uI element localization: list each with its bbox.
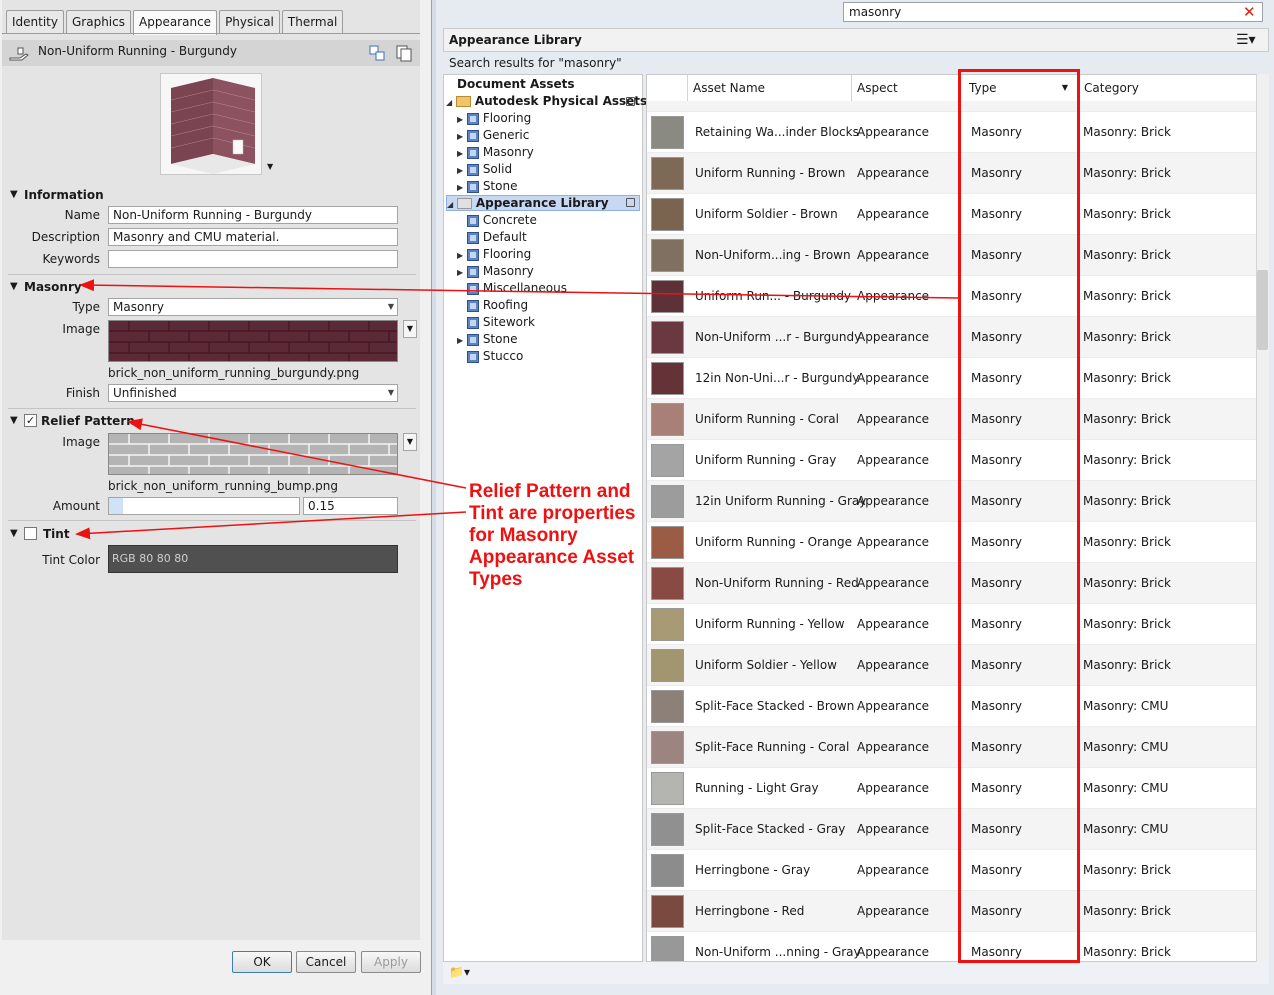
arrow-to-relief-pattern: [127, 418, 467, 489]
annotation-line: Tint are properties: [469, 503, 636, 524]
arrow-to-masonry: [79, 279, 959, 299]
annotation-line: Types: [469, 569, 523, 590]
annotation-text: Relief Pattern and Tint are properties f…: [469, 481, 635, 591]
arrow-to-tint: [75, 511, 467, 540]
annotation-line: Relief Pattern and: [469, 481, 631, 502]
annotation-arrows: [75, 279, 959, 540]
annotation-line: for Masonry: [469, 525, 578, 546]
annotation-line: Appearance Asset: [469, 547, 635, 568]
